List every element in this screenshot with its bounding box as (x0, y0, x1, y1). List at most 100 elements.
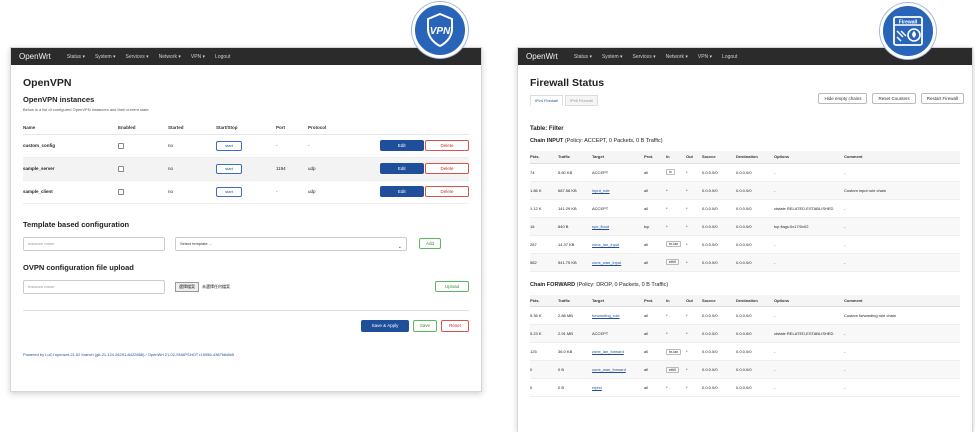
cell-destination: 0.0.0.0/0 (736, 199, 774, 218)
port-value: - (276, 180, 308, 204)
cell-pkts: 287 (530, 235, 558, 254)
cell-out: * (686, 306, 702, 325)
upload-instance-name-input[interactable]: Instance name (23, 279, 165, 294)
reset-counters-button[interactable]: Reset Counters (872, 93, 916, 104)
nav-logout[interactable]: Logout (722, 54, 737, 60)
col-started: Started (168, 121, 216, 135)
col-port: Port (276, 121, 308, 135)
nav-logout[interactable]: Logout (215, 54, 230, 60)
cell-pkts: 125 (530, 342, 558, 361)
cell-prot: all (644, 253, 666, 272)
target-link[interactable]: zone_wan_forward (592, 367, 626, 372)
cell-traffic: 5.60 KB (558, 163, 592, 182)
target-link[interactable]: zone_lan_forward (592, 349, 624, 354)
input-chain-table: Pkts. Traffic Target Prot. In Out Source Destin… (530, 151, 960, 272)
target-link[interactable]: zone_wan_input (592, 260, 621, 265)
cell-pkts: 0 (530, 378, 558, 397)
forward-chain-policy: (Policy: DROP, 0 Packets, 0 B Traffic) (576, 281, 669, 288)
cell-target: zone_wan_forward (592, 360, 644, 379)
nav-network[interactable]: Network ▾ (159, 54, 181, 60)
start-button[interactable]: start (216, 163, 242, 174)
cell-pkts: 0 (530, 360, 558, 379)
delete-button[interactable]: Delete (425, 163, 469, 174)
edit-button[interactable]: Edit (379, 186, 424, 197)
save-apply-button[interactable]: Save & Apply (361, 319, 409, 332)
enabled-checkbox[interactable] (118, 165, 124, 172)
footer-link[interactable]: Powered by LuCI openwrt-21.02 branch (gi… (23, 352, 469, 357)
cell-traffic: 0 B (558, 360, 592, 379)
edit-button[interactable]: Edit (379, 163, 424, 174)
table-row: 1.12 K 141.29 KB ACCEPT all * * 0.0.0.0/0 0.0.0… (530, 199, 960, 218)
target-link[interactable]: zone_lan_input (592, 242, 619, 247)
cell-prot: all (644, 360, 666, 379)
nav-services[interactable]: Services ▾ (633, 54, 656, 60)
template-select[interactable]: Select template ... ⌄ (175, 236, 407, 251)
cell-destination: 0.0.0.0/0 (736, 235, 774, 254)
cell-options: - (774, 181, 844, 200)
cell-out: * (686, 360, 702, 379)
reset-button[interactable]: Reset (441, 319, 469, 332)
nav-status[interactable]: Status ▾ (67, 54, 85, 60)
cell-destination: 0.0.0.0/0 (736, 217, 774, 236)
start-button[interactable]: start (216, 186, 242, 197)
table-title: Table: Filter (530, 126, 564, 132)
restart-firewall-button[interactable]: Restart Firewall (920, 93, 964, 104)
cell-traffic: 141.29 KB (558, 199, 592, 218)
nav-services[interactable]: Services ▾ (126, 54, 149, 60)
delete-button[interactable]: Delete (425, 186, 469, 197)
firewall-badge-label: Firewall (899, 20, 918, 26)
cell-prot: all (644, 181, 666, 200)
brand-logo[interactable]: OpenWrt (526, 52, 558, 61)
edit-button[interactable]: Edit (379, 140, 424, 151)
col-pkts: Pkts. (530, 151, 558, 164)
cell-traffic: 687.58 KB (558, 181, 592, 200)
cell-comment: Custom input rule chain (844, 181, 960, 200)
table-row: 74 5.60 KB ACCEPT all lo * 0.0.0.0/0 0.0.0.0/0-… (530, 163, 960, 182)
tab-ipv6-firewall[interactable]: IPv6 Firewall (564, 95, 598, 106)
target-link[interactable]: input_rule (592, 188, 610, 193)
tab-ipv4-firewall[interactable]: IPv4 Firewall (530, 95, 563, 106)
table-row: 16 840 Bsyn_flood tcp * * 0.0.0.0/0 0.0.0.0/0 t… (530, 217, 960, 236)
add-button[interactable]: Add (419, 238, 441, 249)
cell-comment: Custom forwarding rule chain (844, 306, 960, 325)
cell-source: 0.0.0.0/0 (702, 342, 736, 361)
nav-vpn[interactable]: VPN ▾ (191, 54, 205, 60)
started-value: no (168, 157, 216, 181)
start-button[interactable]: start (216, 140, 242, 151)
cell-source: 0.0.0.0/0 (702, 324, 736, 343)
hide-empty-chains-button[interactable]: Hide empty chains (818, 93, 868, 104)
cell-destination: 0.0.0.0/0 (736, 253, 774, 272)
col-traffic: Traffic (558, 294, 592, 307)
cell-options: ctstate RELATED,ESTABLISHED (774, 324, 844, 343)
delete-button[interactable]: Delete (425, 140, 469, 151)
target-link[interactable]: syn_flood (592, 224, 609, 229)
col-target: Target (592, 151, 644, 164)
target-link[interactable]: forwarding_rule (592, 313, 620, 318)
cell-in: * (666, 217, 686, 236)
cell-traffic: 14.37 KB (558, 235, 592, 254)
protocol-value: udp (308, 180, 358, 204)
nav-network[interactable]: Network ▾ (666, 54, 688, 60)
col-prot: Prot. (644, 151, 666, 164)
choose-file-button[interactable]: 選擇檔案 (175, 281, 199, 292)
nav-status[interactable]: Status ▾ (574, 54, 592, 60)
firewall-toolbar: Hide empty chains Reset Counters Restart… (813, 93, 964, 104)
save-button[interactable]: Save (413, 319, 437, 332)
enabled-checkbox[interactable] (118, 188, 124, 195)
brand-logo[interactable]: OpenWrt (19, 52, 51, 61)
target-link[interactable]: reject (592, 385, 602, 390)
cell-pkts: 5.23 K (530, 324, 558, 343)
nav-system[interactable]: System ▾ (95, 54, 116, 60)
instance-name: sample_client (23, 180, 118, 204)
enabled-checkbox[interactable] (118, 142, 124, 149)
cell-traffic: 36.0 KB (558, 342, 592, 361)
nav-system[interactable]: System ▾ (602, 54, 623, 60)
page-title: Firewall Status (530, 77, 605, 89)
nav-vpn[interactable]: VPN ▾ (698, 54, 712, 60)
upload-button[interactable]: Upload (435, 281, 469, 292)
template-instance-name-input[interactable]: Instance name (23, 236, 165, 251)
cell-target: ACCEPT (592, 199, 644, 218)
col-comment: Comment (844, 294, 960, 307)
cell-prot: all (644, 342, 666, 361)
cell-comment: - (844, 217, 960, 236)
